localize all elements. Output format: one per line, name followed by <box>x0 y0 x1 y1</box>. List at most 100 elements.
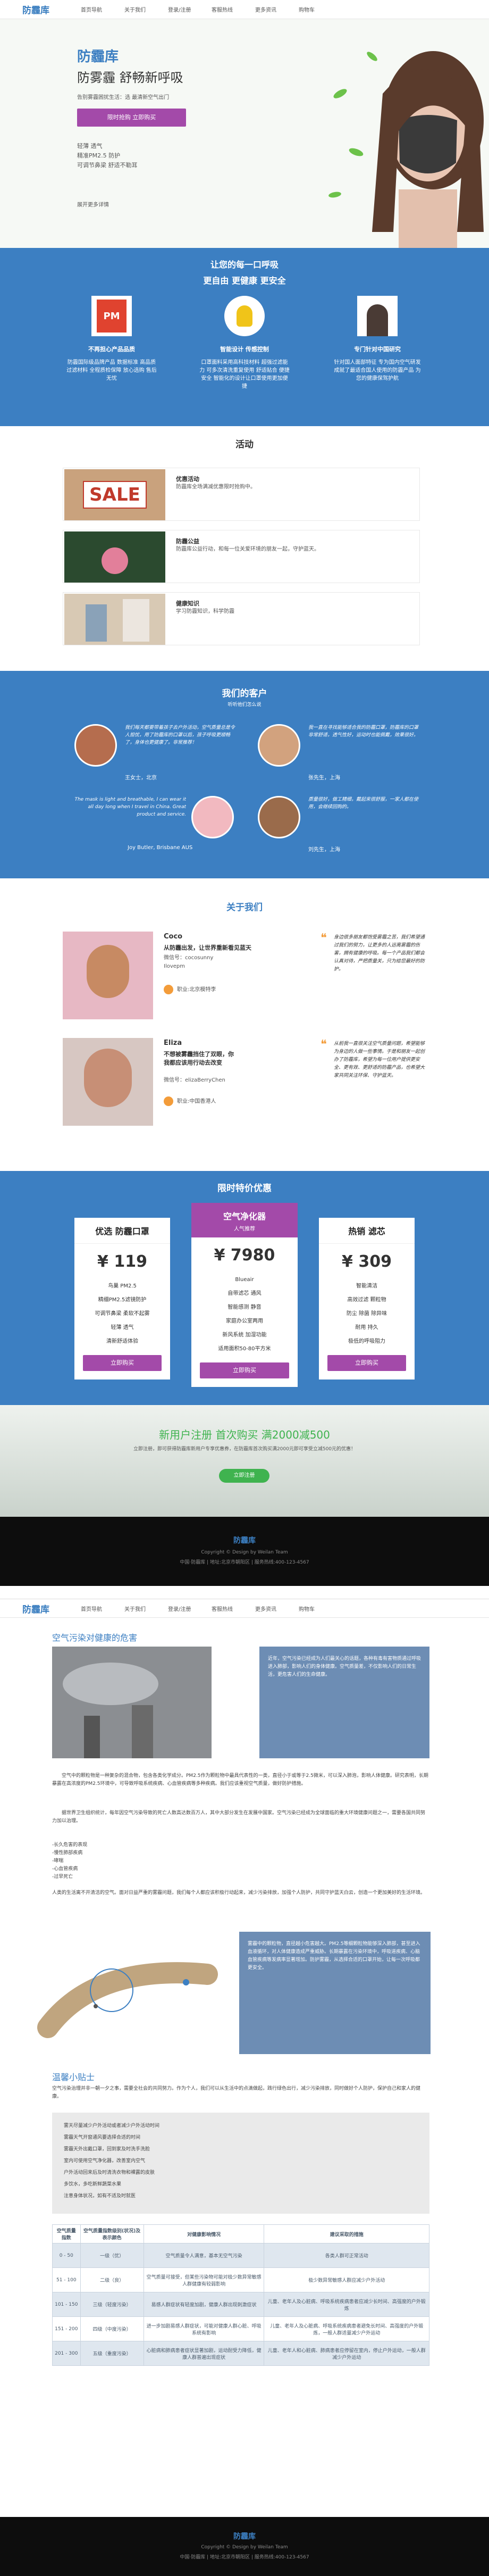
avatar <box>258 796 300 838</box>
table-row: 151 - 200 四级（中度污染） 进一步加剧易感人群症状，可能对健康人群心脏、呼… <box>52 2316 429 2341</box>
member-role: 微信号：cocosunny <box>164 955 214 961</box>
tip-item: 雾霾天气开窗通风要选择合适的时间 <box>64 2135 141 2140</box>
plan-feature: 极低的呼吸阻力 <box>348 1339 385 1344</box>
site-logo[interactable]: 防霾库 <box>22 1602 65 1615</box>
person-mask-icon <box>357 296 398 336</box>
activity-card-desc: 学习防霾知识，科学防霾 <box>176 609 234 614</box>
quote-icon: ❝ <box>321 932 327 945</box>
member-name: Eliza <box>164 1039 182 1047</box>
buy-button[interactable]: 立即购买 <box>83 1355 162 1371</box>
article-paragraph: 空气中的颗粒物是一种复杂的混合物，包含各类化学成分。PM2.5作为颗粒物中最具代… <box>52 1773 428 1786</box>
quote-icon: ❝ <box>321 1038 327 1051</box>
plan-feature: 智能感测 静音 <box>227 1304 262 1310</box>
buy-button[interactable]: 立即购买 <box>200 1362 289 1378</box>
testimonial-quote: 我们每天都要带着孩子去户外活动，空气质量总是令人担忧，用了防霾库的口罩以后，孩子… <box>125 725 235 745</box>
member-photo <box>63 932 153 1019</box>
features-section: 让您的每一口呼吸 更自由 更健康 更安全 PM 不再担心产品品质 防霾国际级品牌… <box>0 248 489 426</box>
nav-link[interactable]: 关于我们 <box>124 1605 168 1613</box>
more-details-link[interactable]: 展开更多详情 <box>77 200 109 208</box>
tip-item: 注意身体状况，如有不适及时就医 <box>64 2193 136 2199</box>
tip-item: 室内可使用空气净化器，改善室内空气 <box>64 2158 146 2164</box>
plan-feature: 防尘 除菌 除异味 <box>346 1311 387 1317</box>
footer-logo: 防霾库 <box>233 2532 256 2541</box>
avatar <box>191 796 234 838</box>
nav-link[interactable]: 更多资讯 <box>255 1605 299 1613</box>
pricing-title: 限时特价优惠 <box>217 1183 272 1194</box>
nav-links: 首页导航 关于我们 登录/注册 客服热线 更多资讯 购物车 <box>81 1605 342 1613</box>
feature-desc: 防霾国际级品牌产品 数据标准 高品质过滤材料 全程质检保障 放心选购 售后无忧 <box>66 360 157 381</box>
team-member: Eliza 不想被雾霾挡住了双眼，你我都应该用行动去改变 微信号：elizaBe… <box>63 1038 425 1131</box>
plan-feature: 智能清洁 <box>356 1283 377 1289</box>
site-logo[interactable]: 防霾库 <box>22 3 65 16</box>
buy-button[interactable]: 立即购买 <box>327 1355 406 1371</box>
footer: 防霾库 Copyright © Design by Weilan Team 中国… <box>0 1517 489 1586</box>
feature-title: 专门针对中国研究 <box>354 346 401 353</box>
nav-link[interactable]: 客服热线 <box>212 5 255 13</box>
tips-box: 雾天尽量减少户外活动或者减少户外活动时间 雾霾天气开窗通风要选择合适的时间 雾霾… <box>52 2113 429 2214</box>
plan-title: 热销 滤芯 <box>319 1218 415 1244</box>
activity-title: 活动 <box>235 439 254 450</box>
footer-2: 防霾库 Copyright © Design by Weilan Team 中国… <box>0 2517 489 2576</box>
table-row: 101 - 150 三级（轻度污染） 易感人群症状有轻度加剧，健康人群出现刺激症状儿… <box>52 2292 429 2317</box>
member-location: 职业:中国香港人 <box>177 1099 216 1104</box>
nav-link[interactable]: 购物车 <box>299 5 342 13</box>
hero-title: 防霾库 <box>77 49 119 65</box>
activity-card-desc: 防霾库全场满减优惠限时抢购中。 <box>176 484 256 490</box>
article-sidebar: 近年，空气污染已经成为人们最关心的话题，各种有毒有害物质通过呼吸进入肺部，影响人… <box>259 1647 429 1758</box>
footer-copyright: Copyright © Design by Weilan Team <box>201 2545 288 2550</box>
testimonial-author: 张先生，上海 <box>308 775 340 781</box>
article-list: -长久危害的表现 -慢性肺部疾病 -哮喘 -心血管疾病 -过早死亡 <box>52 1841 87 1881</box>
page-gap <box>0 1586 489 1599</box>
nav-link[interactable]: 客服热线 <box>212 1605 255 1613</box>
hero-desc: 告别雾霾困扰生活：选 最清新空气出门 <box>77 95 170 101</box>
hero-subtitle: 防雾霾 舒畅新呼吸 <box>77 70 183 85</box>
plan-feature: Blueair <box>235 1277 254 1283</box>
top-nav: 防霾库 首页导航 关于我们 登录/注册 客服热线 更多资讯 购物车 <box>0 0 489 19</box>
features-list: PM 不再担心产品品质 防霾国际级品牌产品 数据标准 高品质过滤材料 全程质检保… <box>0 296 489 390</box>
nav-link[interactable]: 关于我们 <box>124 5 168 13</box>
table-header-cell: 空气质量指数级别(状况)及表示颜色 <box>80 2224 144 2243</box>
avatar <box>258 724 300 767</box>
plan-feature: 轻薄 透气 <box>111 1325 134 1331</box>
customers-section: 我们的客户 听听他们怎么说 我们每天都要带着孩子去户外活动，空气质量总是令人担忧… <box>0 671 489 878</box>
testimonial-author: Joy Butler, Brisbane AUS <box>128 845 193 851</box>
customers-title: 我们的客户 <box>222 688 267 699</box>
features-title: 让您的每一口呼吸 <box>210 260 279 270</box>
pricing-card: 热销 滤芯 ¥ 309 智能清洁 高效过滤 颗粒物 防尘 除菌 除异味 耐用 持… <box>319 1218 415 1380</box>
table-header-cell: 对健康影响情况 <box>143 2224 265 2243</box>
article-page: 空气污染对健康的危害 近年，空气污染已经成为人们最关心的话题，各种有毒有害物质通… <box>0 1618 489 2517</box>
footer-info: 中国·防霾库 | 地址:北京市朝阳区 | 服务热线:400-123-4567 <box>180 1560 309 1565</box>
register-button[interactable]: 立即注册 <box>219 1469 269 1483</box>
plan-badge: 人气推荐 <box>234 1226 255 1232</box>
member-name: Coco <box>164 933 183 941</box>
table-header-cell: 空气质量指数 <box>52 2224 81 2243</box>
list-item: -过早死亡 <box>52 1874 73 1880</box>
charity-image <box>64 531 165 583</box>
nav-link[interactable]: 首页导航 <box>81 5 124 13</box>
list-item: -长久危害的表现 <box>52 1842 88 1848</box>
buy-now-button[interactable]: 限时抢购 立即购买 <box>77 109 186 127</box>
nav-link[interactable]: 登录/注册 <box>168 1605 212 1613</box>
activity-card[interactable]: 防霾公益 防霾库公益行动，和每一位关爱环境的朋友一起，守护蓝天。 <box>63 530 420 583</box>
member-quote: 从前我一直很关注空气质量问题，希望能够为身边的人做一些事情。于是和朋友一起创办了… <box>334 1041 425 1078</box>
activity-card[interactable]: 健康知识 学习防霾知识，科学防霾 <box>63 592 420 645</box>
promo-title: 新用户注册 首次购买 满2000减500 <box>159 1428 330 1441</box>
nav-link[interactable]: 首页导航 <box>81 1605 124 1613</box>
sale-image: SALE <box>64 469 165 520</box>
lightbulb-icon <box>224 296 265 336</box>
feature-item: 专门针对中国研究 针对国人面部特征 专为国内空气研发 成就了最适合国人使用的防霾… <box>332 296 423 390</box>
activity-card-title: 优惠活动 <box>176 476 199 483</box>
pricing-plans: 优选 防霾口罩 ¥ 119 鸟巢 PM2.5 精细PM2.5滤镜防护 可调节鼻梁… <box>0 1203 489 1387</box>
activity-card-desc: 防霾库公益行动，和每一位关爱环境的朋友一起，守护蓝天。 <box>176 546 319 552</box>
tip-item: 雾天尽量减少户外活动或者减少户外活动时间 <box>64 2123 160 2129</box>
footer-info: 中国·防霾库 | 地址:北京市朝阳区 | 服务热线:400-123-4567 <box>180 2555 309 2560</box>
knowledge-image <box>64 594 165 645</box>
activity-card[interactable]: SALE 优惠活动 防霾库全场满减优惠限时抢购中。 <box>63 468 420 521</box>
nav-link[interactable]: 更多资讯 <box>255 5 299 13</box>
nav-link[interactable]: 登录/注册 <box>168 5 212 13</box>
team-member: Coco 从防霾出发，让世界重新看见蓝天 微信号：cocosunny Ilove… <box>63 932 425 1025</box>
plan-price: ¥ 7980 <box>214 1246 275 1265</box>
list-item: -慢性肺部疾病 <box>52 1850 83 1856</box>
nav-link[interactable]: 购物车 <box>299 1605 342 1613</box>
nav-links: 首页导航 关于我们 登录/注册 客服热线 更多资讯 购物车 <box>81 5 342 13</box>
